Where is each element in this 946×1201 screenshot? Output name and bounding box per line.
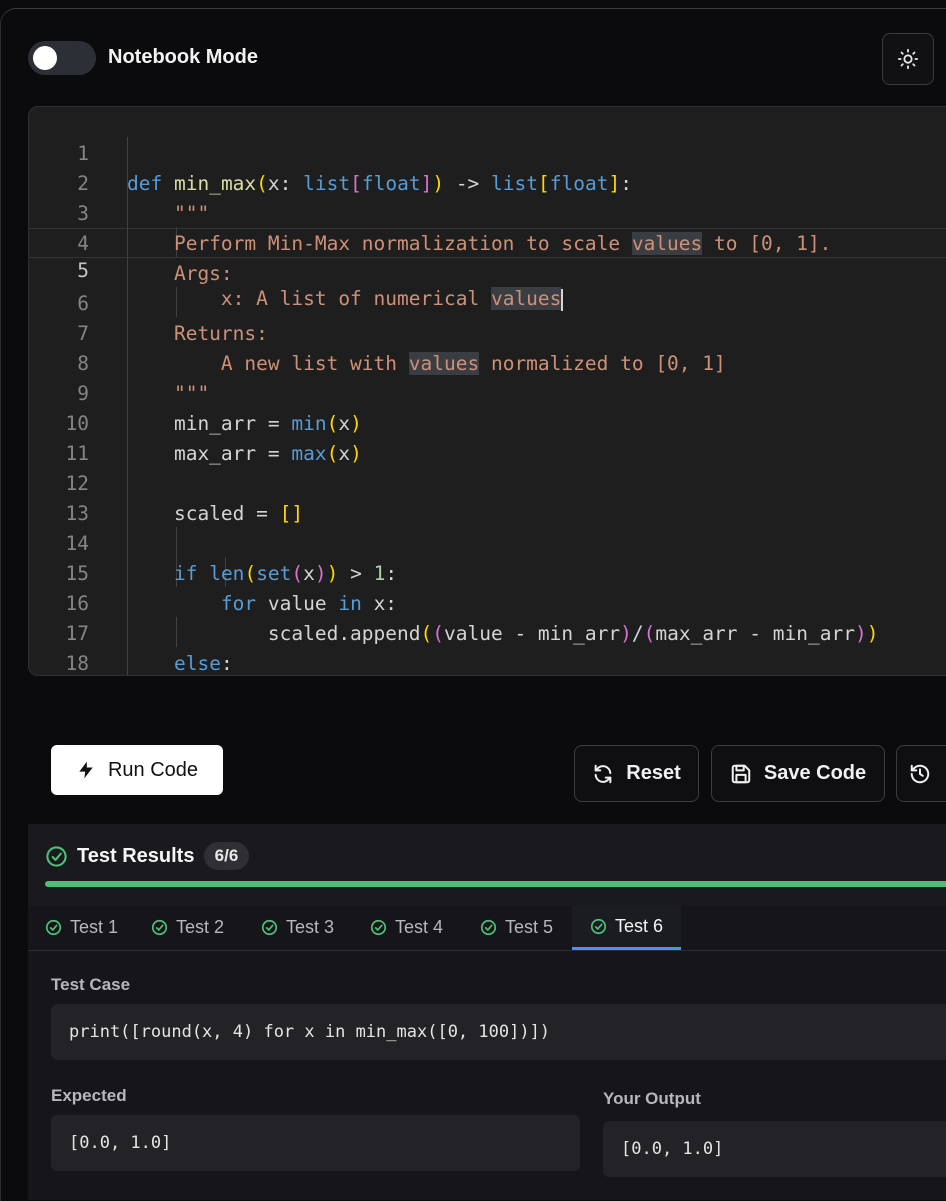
check-circle-icon — [151, 919, 168, 935]
lightning-icon — [79, 761, 93, 779]
tab-label: Test 6 — [615, 916, 664, 936]
expected-output-box: [0.0, 1.0] — [51, 1115, 580, 1171]
tab-label: Test 5 — [505, 916, 554, 937]
code-line[interactable]: 16 scaled.append((value - min_arr)/(max_… — [29, 559, 946, 645]
run-code-button[interactable]: Run Code — [51, 745, 223, 795]
check-circle-icon — [590, 918, 607, 935]
tab-test-5[interactable]: Test 5 — [480, 906, 553, 948]
your-output-value: [0.0, 1.0] — [621, 1139, 724, 1159]
reset-button[interactable]: Reset — [574, 745, 699, 802]
test-results-panel: Test Results 6/6 Test 1 Test 2 Test 3 Te… — [28, 824, 946, 1200]
test-case-label: Test Case — [51, 975, 131, 994]
history-button[interactable] — [896, 745, 946, 802]
tab-test-4[interactable]: Test 4 — [370, 906, 443, 948]
code-line[interactable]: 2 """ — [29, 139, 946, 225]
code-line[interactable]: 9 min_arr = min(x) — [29, 349, 946, 435]
check-circle-icon — [261, 919, 278, 935]
test-results-header: Test Results 6/6 — [28, 824, 946, 906]
test-progress-fill — [45, 881, 946, 887]
check-circle-icon — [45, 919, 62, 935]
code-line[interactable]: 6 Returns: — [29, 259, 946, 345]
code-line[interactable]: 7 A new list with values normalized to [… — [29, 289, 946, 375]
code-line-active[interactable]: 5 x: A list of numerical values — [29, 228, 946, 311]
test-tabs: Test 1 Test 2 Test 3 Test 4 Test 5 Test … — [28, 906, 946, 951]
reset-label: Reset — [626, 762, 681, 784]
save-code-button[interactable]: Save Code — [711, 745, 885, 802]
tab-label: Test 2 — [176, 916, 225, 937]
code-line[interactable]: 15 for value in x: — [29, 529, 946, 615]
tab-test-1[interactable]: Test 1 — [45, 906, 118, 948]
code-line[interactable]: 14 if len(set(x)) > 1: — [29, 499, 946, 585]
tab-label: Test 4 — [395, 916, 444, 937]
tab-test-2[interactable]: Test 2 — [151, 906, 224, 948]
test-case-code: print([round(x, 4) for x in min_max([0, … — [69, 1022, 551, 1042]
tab-label: Test 3 — [286, 916, 335, 937]
expected-output-value: [0.0, 1.0] — [69, 1133, 172, 1153]
expected-label: Expected — [51, 1086, 127, 1105]
code-line[interactable]: 19 return scaled — [29, 649, 946, 675]
save-code-label: Save Code — [763, 762, 867, 784]
code-line[interactable]: 8 """ — [29, 319, 946, 405]
check-circle-icon — [480, 919, 497, 935]
notebook-mode-toggle[interactable] — [28, 41, 96, 75]
code-editor[interactable]: 1 def min_max(x: list[float]) -> list[fl… — [28, 106, 946, 676]
code-line[interactable]: 12 scaled = [] — [29, 439, 946, 525]
code-line[interactable]: 10 max_arr = max(x) — [29, 379, 946, 465]
test-case-box: print([round(x, 4) for x in min_max([0, … — [51, 1004, 946, 1060]
test-results-title: Test Results — [77, 845, 195, 867]
code-line[interactable]: 17 else: — [29, 589, 946, 675]
save-icon — [731, 764, 751, 783]
your-output-label: Your Output — [603, 1089, 701, 1108]
tab-test-3[interactable]: Test 3 — [261, 906, 334, 948]
code-line[interactable]: 3 Perform Min-Max normalization to scale… — [29, 169, 946, 255]
code-line[interactable]: 13 — [29, 469, 946, 525]
test-progress-bar — [45, 881, 946, 887]
history-icon — [910, 764, 930, 783]
tab-test-6[interactable]: Test 6 — [572, 906, 682, 950]
code-line[interactable]: 18 scaled = [0.0] * len(x) — [29, 619, 946, 675]
your-output-box: [0.0, 1.0] — [603, 1121, 946, 1177]
refresh-icon — [594, 764, 612, 783]
test-count-badge: 6/6 — [204, 842, 249, 870]
code-line[interactable]: 11 — [29, 409, 946, 465]
check-circle-icon — [370, 919, 387, 935]
code-line[interactable]: 4 Args: — [29, 199, 946, 285]
theme-toggle-button[interactable] — [882, 33, 934, 85]
sun-icon — [897, 48, 919, 70]
tab-label: Test 1 — [70, 916, 119, 937]
run-code-label: Run Code — [107, 758, 199, 781]
notebook-mode-label: Notebook Mode — [108, 46, 258, 68]
toggle-knob — [33, 46, 57, 70]
code-line[interactable]: 1 def min_max(x: list[float]) -> list[fl… — [29, 109, 946, 195]
check-circle-icon — [46, 846, 67, 867]
